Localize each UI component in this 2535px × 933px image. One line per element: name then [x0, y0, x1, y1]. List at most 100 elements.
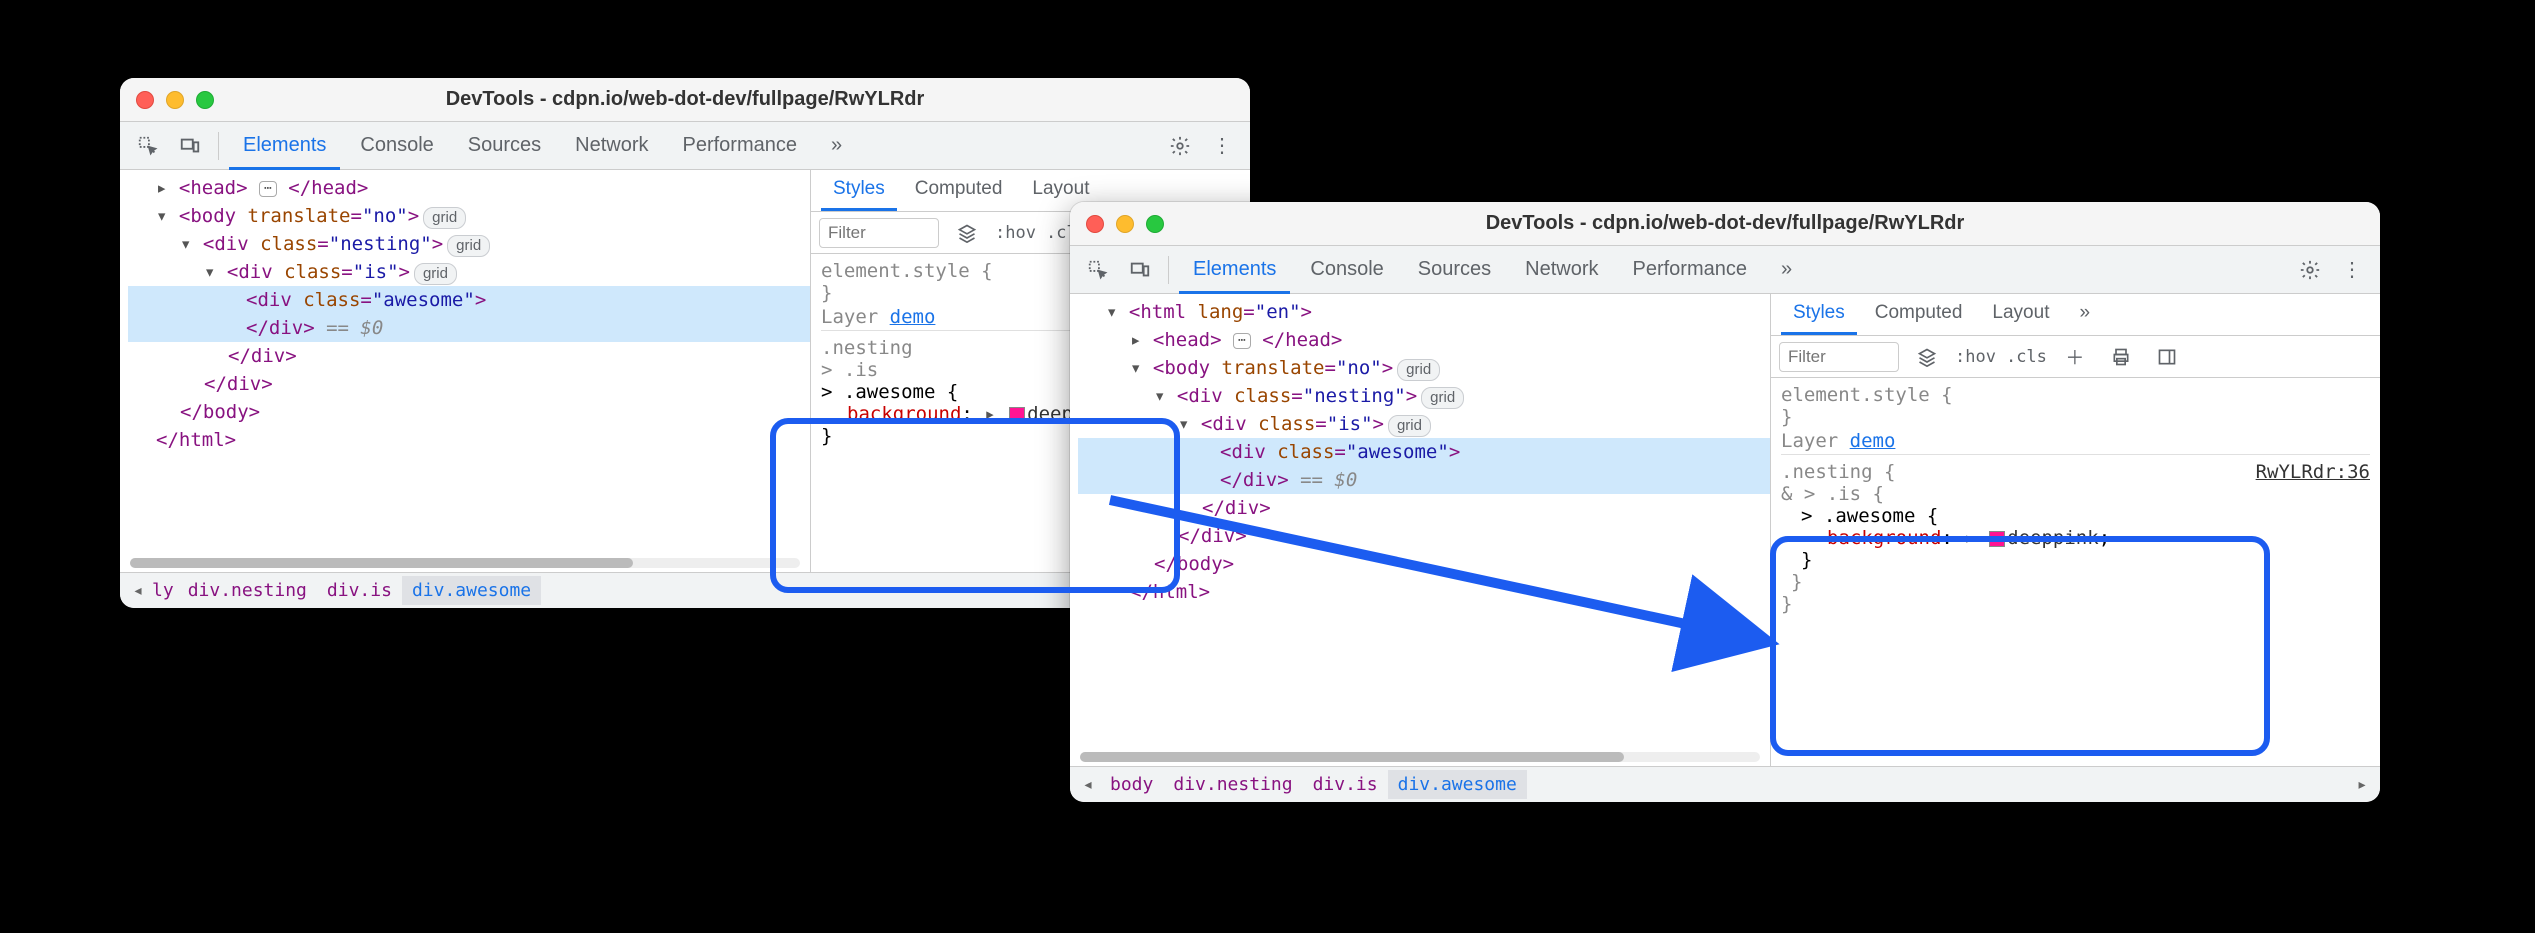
css-val-deeppink[interactable]: deeppink: [2007, 527, 2099, 549]
cls-button[interactable]: .cls: [2006, 347, 2047, 367]
eq0-indicator: == $0: [1300, 469, 1357, 491]
titlebar: DevTools - cdpn.io/web-dot-dev/fullpage/…: [120, 78, 1250, 122]
chevron-left-icon[interactable]: ◂: [126, 579, 150, 603]
grid-badge[interactable]: grid: [423, 207, 466, 229]
subtab-styles[interactable]: Styles: [1781, 294, 1857, 335]
sel-awesome[interactable]: > .awesome {: [821, 381, 958, 403]
element-style-rule[interactable]: element.style {: [1781, 384, 1953, 406]
dom-selected-node[interactable]: <div class="awesome">: [1078, 438, 1770, 466]
gear-icon[interactable]: [1162, 128, 1198, 164]
titlebar: DevTools - cdpn.io/web-dot-dev/fullpage/…: [1070, 202, 2380, 246]
inspect-icon[interactable]: [1080, 252, 1116, 288]
sel-nesting[interactable]: .nesting {: [1781, 461, 1895, 483]
hov-button[interactable]: :hov: [995, 223, 1036, 243]
css-prop-background[interactable]: background: [847, 403, 961, 425]
window-title: DevTools - cdpn.io/web-dot-dev/fullpage/…: [446, 88, 925, 111]
h-scrollbar[interactable]: [130, 558, 800, 568]
layer-link[interactable]: demo: [1850, 430, 1896, 452]
traffic-lights: [1086, 215, 1164, 233]
traffic-lights: [136, 91, 214, 109]
print-icon[interactable]: [2103, 339, 2139, 375]
plus-icon[interactable]: ＋: [2057, 339, 2093, 375]
styles-panel: Styles Computed Layout » :hov .cls ＋ ele…: [1770, 294, 2380, 766]
dom-head-close: </head>: [288, 177, 368, 199]
breadcrumb-awesome[interactable]: div.awesome: [402, 576, 541, 605]
sel-awesome[interactable]: > .awesome {: [1801, 505, 1938, 527]
minimize-icon[interactable]: [166, 91, 184, 109]
sel-is[interactable]: > .is: [821, 359, 878, 381]
subtab-computed[interactable]: Computed: [903, 170, 1015, 211]
filter-input[interactable]: [819, 218, 939, 248]
filter-input[interactable]: [1779, 342, 1899, 372]
main-tabs: Elements Console Sources Network Perform…: [120, 122, 1250, 170]
maximize-icon[interactable]: [1146, 215, 1164, 233]
tab-sources[interactable]: Sources: [1404, 246, 1505, 294]
breadcrumb-truncated[interactable]: ly: [150, 576, 178, 605]
devtools-window-right: DevTools - cdpn.io/web-dot-dev/fullpage/…: [1070, 202, 2380, 802]
main-tabs: Elements Console Sources Network Perform…: [1070, 246, 2380, 294]
device-toggle-icon[interactable]: [1122, 252, 1158, 288]
dom-selected-node[interactable]: <div class="awesome">: [128, 286, 810, 314]
tab-performance[interactable]: Performance: [669, 122, 812, 170]
tab-network[interactable]: Network: [1511, 246, 1612, 294]
grid-badge[interactable]: grid: [447, 235, 490, 257]
breadcrumb-awesome[interactable]: div.awesome: [1388, 770, 1527, 799]
tab-sources[interactable]: Sources: [454, 122, 555, 170]
eq0-indicator: == $0: [326, 317, 383, 339]
layers-icon[interactable]: [949, 215, 985, 251]
color-swatch[interactable]: [1989, 531, 2005, 547]
dom-head-open[interactable]: <head>: [179, 177, 248, 199]
layers-icon[interactable]: [1909, 339, 1945, 375]
inspect-icon[interactable]: [130, 128, 166, 164]
tab-console[interactable]: Console: [346, 122, 447, 170]
layer-link[interactable]: demo: [890, 306, 936, 328]
device-toggle-icon[interactable]: [172, 128, 208, 164]
breadcrumb-is[interactable]: div.is: [1303, 770, 1388, 799]
color-swatch[interactable]: [1009, 407, 1025, 423]
dom-tree[interactable]: ▾ <html lang="en"> ▸ <head> ⋯ </head> ▾ …: [1070, 294, 1770, 766]
breadcrumb: ◂ body div.nesting div.is div.awesome ▸: [1070, 766, 2380, 802]
minimize-icon[interactable]: [1116, 215, 1134, 233]
close-icon[interactable]: [1086, 215, 1104, 233]
tab-elements[interactable]: Elements: [229, 122, 340, 170]
grid-badge[interactable]: grid: [1388, 415, 1431, 437]
grid-badge[interactable]: grid: [1397, 359, 1440, 381]
chevron-right-icon[interactable]: ▸: [2350, 773, 2374, 797]
sel-is[interactable]: & > .is {: [1781, 483, 1884, 505]
styles-subtabs: Styles Computed Layout »: [1771, 294, 2380, 336]
tabs-overflow[interactable]: »: [1767, 246, 1806, 294]
kebab-icon[interactable]: ⋮: [1204, 128, 1240, 164]
tabs-overflow[interactable]: »: [817, 122, 856, 170]
tab-network[interactable]: Network: [561, 122, 662, 170]
close-icon[interactable]: [136, 91, 154, 109]
subtab-layout[interactable]: Layout: [1980, 294, 2061, 335]
window-title: DevTools - cdpn.io/web-dot-dev/fullpage/…: [1486, 212, 1965, 235]
grid-badge[interactable]: grid: [1421, 387, 1464, 409]
breadcrumb-is[interactable]: div.is: [317, 576, 402, 605]
maximize-icon[interactable]: [196, 91, 214, 109]
subtab-styles[interactable]: Styles: [821, 170, 897, 211]
grid-badge[interactable]: grid: [414, 263, 457, 285]
source-link[interactable]: RwYLRdr:36: [2256, 461, 2370, 483]
panel-icon[interactable]: [2149, 339, 2185, 375]
hov-button[interactable]: :hov: [1955, 347, 1996, 367]
dom-tree[interactable]: ▸ <head> ⋯ </head> ▾ <body translate="no…: [120, 170, 810, 572]
ellipsis-icon[interactable]: ⋯: [259, 181, 277, 197]
subtab-computed[interactable]: Computed: [1863, 294, 1975, 335]
tab-console[interactable]: Console: [1296, 246, 1397, 294]
css-prop-background[interactable]: background: [1827, 527, 1941, 549]
chevron-left-icon[interactable]: ◂: [1076, 773, 1100, 797]
tab-elements[interactable]: Elements: [1179, 246, 1290, 294]
h-scrollbar[interactable]: [1080, 752, 1760, 762]
breadcrumb-nesting[interactable]: div.nesting: [1163, 770, 1302, 799]
gear-icon[interactable]: [2292, 252, 2328, 288]
kebab-icon[interactable]: ⋮: [2334, 252, 2370, 288]
tab-performance[interactable]: Performance: [1619, 246, 1762, 294]
ellipsis-icon[interactable]: ⋯: [1233, 333, 1251, 349]
element-style-rule[interactable]: element.style {: [821, 260, 993, 282]
breadcrumb-nesting[interactable]: div.nesting: [178, 576, 317, 605]
sel-nesting[interactable]: .nesting: [821, 337, 913, 359]
breadcrumb-body[interactable]: body: [1100, 770, 1163, 799]
subtab-more[interactable]: »: [2067, 294, 2102, 335]
styles-toolbar: :hov .cls ＋: [1771, 336, 2380, 378]
